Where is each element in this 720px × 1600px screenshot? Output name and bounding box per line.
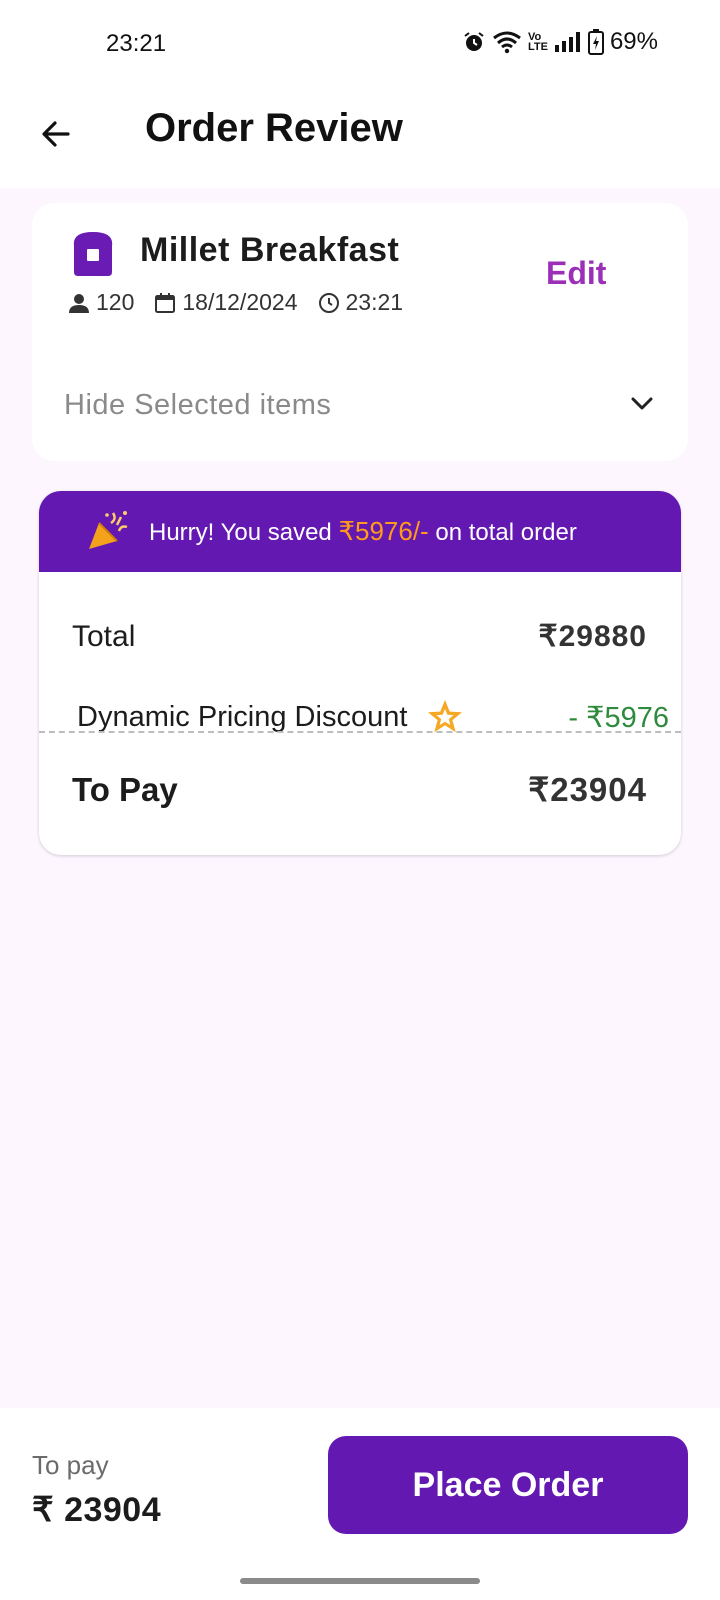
party-popper-icon [87,509,131,555]
battery-icon [587,29,604,55]
date-meta: 18/12/2024 [154,289,298,316]
savings-suffix: on total order [428,519,577,546]
status-bar: 23:21 Vo LTE 69% [0,0,720,96]
guests-meta: 120 [68,289,134,316]
breakfast-toast-icon [68,230,118,278]
bottom-to-pay-amount: ₹ 23904 [32,1491,162,1529]
savings-amount: ₹5976/- [338,516,429,546]
home-indicator[interactable] [240,1578,480,1584]
time-meta: 23:21 [318,289,404,316]
volte-icon: Vo LTE [527,31,548,53]
status-icons: Vo LTE 69% [462,28,658,56]
dashed-divider [39,731,681,733]
page-title: Order Review [145,106,403,150]
bottom-bar: To pay ₹ 23904 Place Order [0,1408,720,1600]
edit-button[interactable]: Edit [546,255,606,292]
status-time: 23:21 [106,30,167,57]
to-pay-label: To Pay [72,770,178,808]
bottom-to-pay-label: To pay [32,1450,109,1480]
app-bar: Order Review [0,96,720,188]
signal-icon [554,31,582,53]
place-order-button[interactable]: Place Order [328,1436,688,1534]
toggle-label: Hide Selected items [64,388,332,421]
order-meta: 120 18/12/2024 23:21 [68,289,423,316]
selected-items-toggle[interactable]: Hide Selected items [64,375,656,435]
savings-banner: Hurry! You saved ₹5976/- on total order [39,491,681,572]
wifi-icon [492,30,522,54]
total-value: ₹29880 [538,620,647,653]
person-icon [69,293,89,313]
back-button[interactable] [30,110,82,162]
to-pay-value: ₹23904 [528,771,647,808]
guest-count: 120 [96,289,135,315]
calendar-icon [155,292,176,313]
order-card: Millet Breakfast 120 18/12/2024 23:21 Ed… [32,203,688,461]
meal-title: Millet Breakfast [140,231,400,269]
order-date: 18/12/2024 [182,289,298,315]
bill-summary-card: Hurry! You saved ₹5976/- on total order … [39,491,681,855]
total-label: Total [72,619,136,653]
discount-label: Dynamic Pricing Discount [77,700,408,733]
arrow-back-icon [38,116,74,156]
clock-icon [318,292,339,313]
alarm-icon [462,30,486,54]
total-row: Total ₹29880 [72,619,647,654]
savings-prefix: Hurry! You saved [149,519,339,546]
battery-percent: 69% [609,28,658,55]
order-time: 23:21 [345,289,404,315]
to-pay-row: To Pay ₹23904 [72,770,647,809]
discount-value: - ₹5976 [568,701,669,734]
chevron-down-icon [628,389,656,421]
savings-message: Hurry! You saved ₹5976/- on total order [149,516,577,547]
